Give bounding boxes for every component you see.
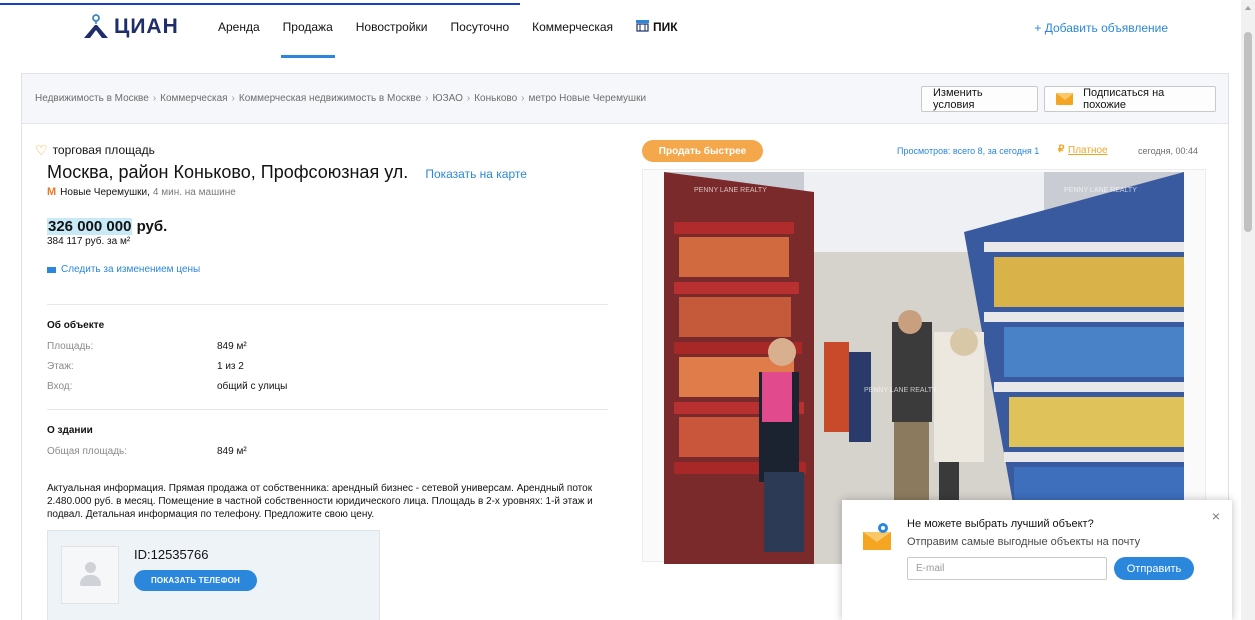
avatar [61, 546, 119, 604]
scrollbar-thumb[interactable] [1244, 32, 1252, 232]
mail-icon [1056, 93, 1075, 105]
breadcrumb-chevron-icon: › [231, 93, 235, 104]
address-row: Москва, район Коньково, Профсоюзная ул. … [47, 162, 527, 183]
breadcrumb: Недвижимость в Москве › Коммерческая › К… [35, 93, 650, 104]
breadcrumb-chevron-icon: › [425, 93, 429, 104]
breadcrumb-bar: Недвижимость в Москве › Коммерческая › К… [22, 74, 1228, 124]
change-conditions-button[interactable]: Изменить условия [921, 86, 1038, 112]
divider [47, 409, 608, 410]
breadcrumb-chevron-icon: › [466, 93, 471, 104]
main-nav: Аренда Продажа Новостройки Посуточно Ком… [218, 20, 701, 58]
show-on-map-link[interactable]: Показать на карте [425, 167, 527, 181]
floor-value: 1 из 2 [217, 361, 244, 372]
watch-price-label: Следить за изменением цены [61, 264, 201, 275]
price: 326 000 000 руб. [47, 218, 167, 235]
photo-watermark: PENNY LANE REALTY [694, 187, 767, 194]
about-object-title: Об объекте [47, 320, 105, 331]
about-building-title: О здании [47, 425, 93, 436]
metro-row: M Новые Черемушки, 4 мин. на машине [47, 186, 236, 198]
metro-icon: M [47, 186, 57, 198]
nav-sale[interactable]: Продажа [280, 20, 335, 58]
divider [47, 304, 608, 305]
price-value: 326 000 000 [47, 218, 133, 235]
logo[interactable]: ЦИАН [82, 14, 179, 40]
site-header: ЦИАН Аренда Продажа Новостройки Посуточн… [0, 0, 1240, 60]
show-phone-button[interactable]: ПОКАЗАТЬ ТЕЛЕФОН [134, 570, 257, 591]
breadcrumb-item[interactable]: Недвижимость в Москве [35, 93, 149, 104]
envelope-icon [47, 266, 56, 273]
breadcrumb-chevron-icon: › [152, 93, 157, 104]
entrance-label: Вход: [47, 381, 73, 392]
send-button[interactable]: Отправить [1114, 557, 1194, 580]
subscribe-similar-label: Подписаться на похожие [1083, 87, 1165, 111]
popup-title: Не можете выбрать лучший объект? [907, 518, 1094, 530]
agent-card: ID:12535766 ПОКАЗАТЬ ТЕЛЕФОН [47, 530, 380, 620]
email-field[interactable] [907, 557, 1107, 580]
area-value: 849 м² [217, 341, 247, 352]
favorite-heart-icon[interactable]: ♡ [35, 143, 48, 157]
listing-type: торговая площадь [52, 143, 155, 157]
nav-rent[interactable]: Аренда [218, 20, 260, 58]
listing-type-row: ♡ торговая площадь [35, 143, 155, 157]
total-area-label: Общая площадь: [47, 446, 128, 457]
breadcrumb-item[interactable]: Коньково [474, 93, 517, 104]
listing-description: Актуальная информация. Прямая продажа от… [47, 483, 593, 520]
avatar-person-body [80, 575, 101, 586]
subscribe-similar-button[interactable]: Подписаться на похожие [1044, 86, 1216, 112]
agent-id: ID:12535766 [134, 547, 209, 562]
avatar-person-icon [85, 562, 96, 573]
logo-text: ЦИАН [114, 15, 179, 38]
nav-daily[interactable]: Посуточно [451, 20, 510, 58]
nav-new-buildings[interactable]: Новостройки [356, 20, 428, 58]
breadcrumb-item[interactable]: Коммерческая [160, 93, 227, 104]
metro-travel-time: 4 мин. на машине [152, 186, 236, 198]
photo-watermark: PENNY LANE REALTY [1064, 187, 1137, 194]
entrance-value: общий с улицы [217, 381, 288, 392]
popup-subtitle: Отправим самые выгодные объекты на почту [907, 536, 1141, 548]
area-label: Площадь: [47, 341, 94, 352]
nav-commercial[interactable]: Коммерческая [532, 20, 613, 58]
breadcrumb-item[interactable]: Коммерческая недвижимость в Москве [239, 93, 421, 104]
price-currency: руб. [136, 218, 168, 235]
nav-pik[interactable]: ПИК [636, 20, 678, 58]
email-subscribe-popup: Не можете выбрать лучший объект? Отправи… [842, 500, 1232, 620]
views-stats-link[interactable]: Просмотров: всего 8, за сегодня 1 [897, 146, 1039, 156]
watch-price-link[interactable]: Следить за изменением цены [47, 264, 200, 275]
breadcrumb-item[interactable]: метро Новые Черемушки [529, 93, 647, 104]
ruble-icon: ₽ [1058, 144, 1065, 155]
add-listing-link[interactable]: + Добавить объявление [1034, 21, 1168, 35]
envelope-pin-icon [863, 523, 891, 550]
metro-station[interactable]: Новые Черемушки, [60, 187, 150, 198]
price-per-m2: 384 117 руб. за м² [47, 236, 131, 247]
cian-logo-icon [84, 14, 108, 38]
listing-address: Москва, район Коньково, Профсоюзная ул. [47, 162, 409, 182]
pik-building-icon [636, 20, 649, 32]
page-scrollbar[interactable] [1241, 0, 1255, 620]
scroll-up-icon[interactable] [1245, 6, 1251, 10]
floor-label: Этаж: [47, 361, 74, 372]
photo-watermark: PENNY LANE REALTY [864, 387, 937, 394]
paid-listing-link[interactable]: Платное [1068, 145, 1108, 156]
breadcrumb-item[interactable]: ЮЗАО [433, 93, 463, 104]
total-area-value: 849 м² [217, 446, 247, 457]
nav-pik-label: ПИК [653, 20, 678, 34]
close-icon[interactable]: × [1212, 508, 1220, 524]
sell-faster-button[interactable]: Продать быстрее [642, 140, 763, 162]
breadcrumb-chevron-icon: › [521, 93, 525, 104]
listing-date: сегодня, 00:44 [1138, 146, 1199, 156]
